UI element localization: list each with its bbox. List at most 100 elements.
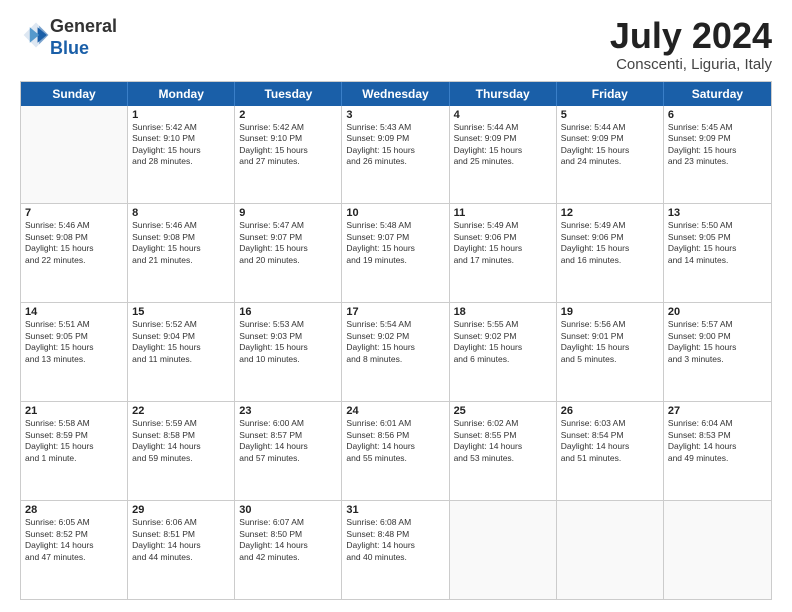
day-cell-18: 18Sunrise: 5:55 AM Sunset: 9:02 PM Dayli… bbox=[450, 303, 557, 401]
day-number: 28 bbox=[25, 504, 123, 516]
empty-cell-r4-c6 bbox=[664, 501, 771, 599]
day-info: Sunrise: 5:58 AM Sunset: 8:59 PM Dayligh… bbox=[25, 418, 123, 464]
day-info: Sunrise: 5:43 AM Sunset: 9:09 PM Dayligh… bbox=[346, 122, 444, 168]
weekday-header-saturday: Saturday bbox=[664, 82, 771, 106]
day-number: 6 bbox=[668, 109, 767, 121]
day-info: Sunrise: 5:47 AM Sunset: 9:07 PM Dayligh… bbox=[239, 220, 337, 266]
empty-cell-r4-c4 bbox=[450, 501, 557, 599]
day-number: 9 bbox=[239, 207, 337, 219]
day-cell-14: 14Sunrise: 5:51 AM Sunset: 9:05 PM Dayli… bbox=[21, 303, 128, 401]
day-info: Sunrise: 5:45 AM Sunset: 9:09 PM Dayligh… bbox=[668, 122, 767, 168]
day-number: 29 bbox=[132, 504, 230, 516]
header: General Blue July 2024 Conscenti, Liguri… bbox=[20, 16, 772, 73]
day-cell-5: 5Sunrise: 5:44 AM Sunset: 9:09 PM Daylig… bbox=[557, 106, 664, 204]
day-info: Sunrise: 5:42 AM Sunset: 9:10 PM Dayligh… bbox=[132, 122, 230, 168]
day-number: 10 bbox=[346, 207, 444, 219]
day-cell-25: 25Sunrise: 6:02 AM Sunset: 8:55 PM Dayli… bbox=[450, 402, 557, 500]
logo: General Blue bbox=[20, 16, 117, 59]
calendar: SundayMondayTuesdayWednesdayThursdayFrid… bbox=[20, 81, 772, 600]
day-info: Sunrise: 5:57 AM Sunset: 9:00 PM Dayligh… bbox=[668, 319, 767, 365]
day-info: Sunrise: 5:44 AM Sunset: 9:09 PM Dayligh… bbox=[454, 122, 552, 168]
day-cell-16: 16Sunrise: 5:53 AM Sunset: 9:03 PM Dayli… bbox=[235, 303, 342, 401]
day-number: 12 bbox=[561, 207, 659, 219]
weekday-header-friday: Friday bbox=[557, 82, 664, 106]
day-info: Sunrise: 5:49 AM Sunset: 9:06 PM Dayligh… bbox=[454, 220, 552, 266]
day-cell-10: 10Sunrise: 5:48 AM Sunset: 9:07 PM Dayli… bbox=[342, 204, 449, 302]
day-cell-31: 31Sunrise: 6:08 AM Sunset: 8:48 PM Dayli… bbox=[342, 501, 449, 599]
day-info: Sunrise: 6:03 AM Sunset: 8:54 PM Dayligh… bbox=[561, 418, 659, 464]
day-cell-22: 22Sunrise: 5:59 AM Sunset: 8:58 PM Dayli… bbox=[128, 402, 235, 500]
calendar-row-1: 1Sunrise: 5:42 AM Sunset: 9:10 PM Daylig… bbox=[21, 106, 771, 205]
page: General Blue July 2024 Conscenti, Liguri… bbox=[0, 0, 792, 612]
day-info: Sunrise: 6:00 AM Sunset: 8:57 PM Dayligh… bbox=[239, 418, 337, 464]
day-number: 20 bbox=[668, 306, 767, 318]
day-info: Sunrise: 6:02 AM Sunset: 8:55 PM Dayligh… bbox=[454, 418, 552, 464]
weekday-header-thursday: Thursday bbox=[450, 82, 557, 106]
day-cell-4: 4Sunrise: 5:44 AM Sunset: 9:09 PM Daylig… bbox=[450, 106, 557, 204]
day-cell-13: 13Sunrise: 5:50 AM Sunset: 9:05 PM Dayli… bbox=[664, 204, 771, 302]
day-number: 30 bbox=[239, 504, 337, 516]
day-number: 15 bbox=[132, 306, 230, 318]
day-info: Sunrise: 6:07 AM Sunset: 8:50 PM Dayligh… bbox=[239, 517, 337, 563]
day-cell-1: 1Sunrise: 5:42 AM Sunset: 9:10 PM Daylig… bbox=[128, 106, 235, 204]
day-info: Sunrise: 6:04 AM Sunset: 8:53 PM Dayligh… bbox=[668, 418, 767, 464]
logo-icon bbox=[22, 21, 50, 49]
empty-cell-r4-c5 bbox=[557, 501, 664, 599]
day-number: 24 bbox=[346, 405, 444, 417]
day-info: Sunrise: 6:08 AM Sunset: 8:48 PM Dayligh… bbox=[346, 517, 444, 563]
day-info: Sunrise: 5:48 AM Sunset: 9:07 PM Dayligh… bbox=[346, 220, 444, 266]
day-info: Sunrise: 5:49 AM Sunset: 9:06 PM Dayligh… bbox=[561, 220, 659, 266]
day-number: 21 bbox=[25, 405, 123, 417]
day-info: Sunrise: 6:06 AM Sunset: 8:51 PM Dayligh… bbox=[132, 517, 230, 563]
day-info: Sunrise: 5:52 AM Sunset: 9:04 PM Dayligh… bbox=[132, 319, 230, 365]
weekday-header-monday: Monday bbox=[128, 82, 235, 106]
day-info: Sunrise: 5:51 AM Sunset: 9:05 PM Dayligh… bbox=[25, 319, 123, 365]
day-number: 26 bbox=[561, 405, 659, 417]
day-cell-28: 28Sunrise: 6:05 AM Sunset: 8:52 PM Dayli… bbox=[21, 501, 128, 599]
day-number: 16 bbox=[239, 306, 337, 318]
day-number: 8 bbox=[132, 207, 230, 219]
day-cell-12: 12Sunrise: 5:49 AM Sunset: 9:06 PM Dayli… bbox=[557, 204, 664, 302]
calendar-row-4: 21Sunrise: 5:58 AM Sunset: 8:59 PM Dayli… bbox=[21, 402, 771, 501]
day-number: 14 bbox=[25, 306, 123, 318]
day-number: 7 bbox=[25, 207, 123, 219]
calendar-row-2: 7 Sunrise: 5:46 AM Sunset: 9:08 PM Daylig… bbox=[21, 204, 771, 303]
calendar-row-5: 28Sunrise: 6:05 AM Sunset: 8:52 PM Dayli… bbox=[21, 501, 771, 599]
day-cell-29: 29Sunrise: 6:06 AM Sunset: 8:51 PM Dayli… bbox=[128, 501, 235, 599]
day-number: 19 bbox=[561, 306, 659, 318]
day-info: Sunrise: 5:59 AM Sunset: 8:58 PM Dayligh… bbox=[132, 418, 230, 464]
day-cell-21: 21Sunrise: 5:58 AM Sunset: 8:59 PM Dayli… bbox=[21, 402, 128, 500]
calendar-header: SundayMondayTuesdayWednesdayThursdayFrid… bbox=[21, 82, 771, 106]
day-number: 22 bbox=[132, 405, 230, 417]
weekday-header-tuesday: Tuesday bbox=[235, 82, 342, 106]
day-cell-24: 24Sunrise: 6:01 AM Sunset: 8:56 PM Dayli… bbox=[342, 402, 449, 500]
day-cell-11: 11Sunrise: 5:49 AM Sunset: 9:06 PM Dayli… bbox=[450, 204, 557, 302]
day-info: Sunrise: 5:53 AM Sunset: 9:03 PM Dayligh… bbox=[239, 319, 337, 365]
empty-cell-r0-c0 bbox=[21, 106, 128, 204]
day-info: Sunrise: 5:50 AM Sunset: 9:05 PM Dayligh… bbox=[668, 220, 767, 266]
day-cell-7: 7Sunrise: 5:46 AM Sunset: 9:08 PM Daylig… bbox=[21, 204, 128, 302]
day-cell-30: 30Sunrise: 6:07 AM Sunset: 8:50 PM Dayli… bbox=[235, 501, 342, 599]
day-cell-3: 3Sunrise: 5:43 AM Sunset: 9:09 PM Daylig… bbox=[342, 106, 449, 204]
day-cell-2: 2Sunrise: 5:42 AM Sunset: 9:10 PM Daylig… bbox=[235, 106, 342, 204]
day-info: Sunrise: 6:01 AM Sunset: 8:56 PM Dayligh… bbox=[346, 418, 444, 464]
day-number: 11 bbox=[454, 207, 552, 219]
day-cell-17: 17Sunrise: 5:54 AM Sunset: 9:02 PM Dayli… bbox=[342, 303, 449, 401]
day-cell-9: 9Sunrise: 5:47 AM Sunset: 9:07 PM Daylig… bbox=[235, 204, 342, 302]
day-number: 5 bbox=[561, 109, 659, 121]
day-number: 23 bbox=[239, 405, 337, 417]
day-cell-20: 20Sunrise: 5:57 AM Sunset: 9:00 PM Dayli… bbox=[664, 303, 771, 401]
day-cell-15: 15Sunrise: 5:52 AM Sunset: 9:04 PM Dayli… bbox=[128, 303, 235, 401]
logo-blue-text: Blue bbox=[50, 38, 89, 58]
calendar-body: 1Sunrise: 5:42 AM Sunset: 9:10 PM Daylig… bbox=[21, 106, 771, 599]
day-info: Sunrise: 5:46 AM Sunset: 9:08 PM Dayligh… bbox=[132, 220, 230, 266]
day-cell-6: 6Sunrise: 5:45 AM Sunset: 9:09 PM Daylig… bbox=[664, 106, 771, 204]
day-cell-23: 23Sunrise: 6:00 AM Sunset: 8:57 PM Dayli… bbox=[235, 402, 342, 500]
day-number: 31 bbox=[346, 504, 444, 516]
day-info: Sunrise: 6:05 AM Sunset: 8:52 PM Dayligh… bbox=[25, 517, 123, 563]
day-info: Sunrise: 5:56 AM Sunset: 9:01 PM Dayligh… bbox=[561, 319, 659, 365]
day-info: Sunrise: 5:54 AM Sunset: 9:02 PM Dayligh… bbox=[346, 319, 444, 365]
title-block: July 2024 Conscenti, Liguria, Italy bbox=[610, 16, 772, 73]
weekday-header-sunday: Sunday bbox=[21, 82, 128, 106]
day-number: 27 bbox=[668, 405, 767, 417]
